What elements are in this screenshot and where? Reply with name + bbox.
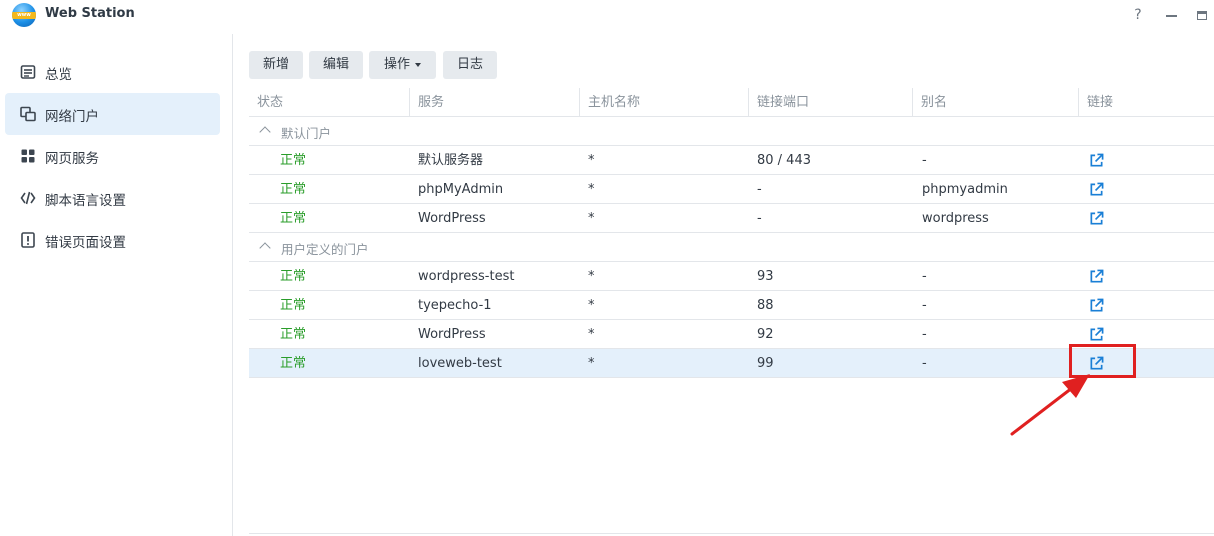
chevron-up-icon [259, 242, 271, 254]
external-link-icon[interactable] [1089, 182, 1104, 197]
alias-cell: - [922, 153, 927, 168]
service-cell: 默认服务器 [418, 153, 484, 168]
status-cell: 正常 [280, 211, 307, 226]
sidebar-item-label: 总览 [45, 67, 72, 83]
external-link-icon[interactable] [1089, 211, 1104, 226]
add-button[interactable]: 新增 [249, 51, 303, 79]
host-cell: * [588, 269, 595, 284]
sidebar-item-error-page[interactable]: 错误页面设置 [5, 219, 220, 261]
group-label: 用户定义的门户 [281, 242, 369, 257]
alias-cell: - [922, 298, 927, 313]
column-header-port[interactable]: 链接端口 [748, 88, 912, 117]
title-bar: www Web Station ? [0, 0, 1214, 34]
status-cell: 正常 [280, 327, 307, 342]
annotation-highlight-box [1069, 344, 1136, 378]
table-row[interactable]: 正常 WordPress * - wordpress [249, 204, 1214, 233]
sidebar-item-web-portal[interactable]: 网络门户 [5, 93, 220, 135]
port-cell: 99 [757, 356, 774, 371]
service-cell: wordpress-test [418, 269, 515, 284]
column-header-status[interactable]: 状态 [249, 88, 409, 117]
sidebar-item-label: 错误页面设置 [45, 235, 126, 251]
service-cell: phpMyAdmin [418, 182, 504, 197]
group-header-user-defined[interactable]: 用户定义的门户 [249, 233, 1214, 262]
status-cell: 正常 [280, 153, 307, 168]
code-icon [20, 191, 36, 205]
status-cell: 正常 [280, 356, 307, 371]
sidebar-item-label: 网络门户 [45, 109, 99, 125]
status-cell: 正常 [280, 269, 307, 284]
group-label: 默认门户 [281, 126, 332, 141]
port-cell: 92 [757, 327, 774, 342]
table-row[interactable]: 正常 默认服务器 * 80 / 443 - [249, 146, 1214, 175]
external-link-icon[interactable] [1089, 153, 1104, 168]
sidebar-item-label: 脚本语言设置 [45, 193, 126, 209]
status-cell: 正常 [280, 182, 307, 197]
port-cell: 80 / 443 [757, 153, 811, 168]
port-cell: - [757, 211, 762, 226]
chevron-up-icon [259, 126, 271, 138]
table-bottom-divider [249, 533, 1214, 534]
edit-button[interactable]: 编辑 [309, 51, 363, 79]
app-title: Web Station [45, 6, 135, 21]
port-cell: 93 [757, 269, 774, 284]
sidebar-item-script-language[interactable]: 脚本语言设置 [5, 177, 220, 219]
port-cell: - [757, 182, 762, 197]
port-cell: 88 [757, 298, 774, 313]
table-row[interactable]: 正常 wordpress-test * 93 - [249, 262, 1214, 291]
host-cell: * [588, 153, 595, 168]
service-cell: loveweb-test [418, 356, 502, 371]
maximize-button[interactable] [1191, 4, 1213, 26]
host-cell: * [588, 356, 595, 371]
host-cell: * [588, 182, 595, 197]
service-cell: WordPress [418, 211, 486, 226]
group-header-default[interactable]: 默认门户 [249, 117, 1214, 146]
log-button[interactable]: 日志 [443, 51, 497, 79]
column-header-hostname[interactable]: 主机名称 [579, 88, 748, 117]
alias-cell: - [922, 327, 927, 342]
host-cell: * [588, 327, 595, 342]
help-button[interactable]: ? [1127, 4, 1149, 26]
warning-icon [21, 232, 35, 248]
minimize-icon [1165, 15, 1177, 17]
caret-down-icon [415, 62, 421, 67]
external-link-icon[interactable] [1089, 298, 1104, 313]
external-link-icon[interactable] [1089, 327, 1104, 342]
action-button-label: 操作 [383, 57, 410, 72]
sidebar-item-label: 网页服务 [45, 151, 99, 167]
column-header-alias[interactable]: 别名 [912, 88, 1078, 117]
sidebar: 总览 网络门户 网页服务 脚本语言设置 错误页面设置 [0, 34, 233, 536]
external-link-icon[interactable] [1089, 269, 1104, 284]
sidebar-item-web-service[interactable]: 网页服务 [5, 135, 220, 177]
sidebar-item-overview[interactable]: 总览 [5, 51, 220, 93]
action-dropdown-button[interactable]: 操作 [369, 51, 436, 79]
table-header: 状态 服务 主机名称 链接端口 别名 链接 [249, 88, 1214, 117]
alias-cell: - [922, 269, 927, 284]
column-header-link[interactable]: 链接 [1078, 88, 1214, 117]
grid-icon [21, 149, 35, 163]
table-row[interactable]: 正常 tyepecho-1 * 88 - [249, 291, 1214, 320]
service-cell: WordPress [418, 327, 486, 342]
alias-cell: wordpress [922, 211, 989, 226]
table-row[interactable]: 正常 phpMyAdmin * - phpmyadmin [249, 175, 1214, 204]
logo-text: www [17, 12, 31, 18]
minimize-button[interactable] [1160, 4, 1182, 26]
maximize-icon [1197, 11, 1207, 20]
alias-cell: phpmyadmin [922, 182, 1008, 197]
portal-icon [20, 106, 36, 122]
overview-icon [20, 65, 36, 79]
host-cell: * [588, 211, 595, 226]
service-cell: tyepecho-1 [418, 298, 492, 313]
status-cell: 正常 [280, 298, 307, 313]
host-cell: * [588, 298, 595, 313]
web-station-logo-icon: www [12, 3, 36, 27]
column-header-service[interactable]: 服务 [409, 88, 579, 117]
alias-cell: - [922, 356, 927, 371]
